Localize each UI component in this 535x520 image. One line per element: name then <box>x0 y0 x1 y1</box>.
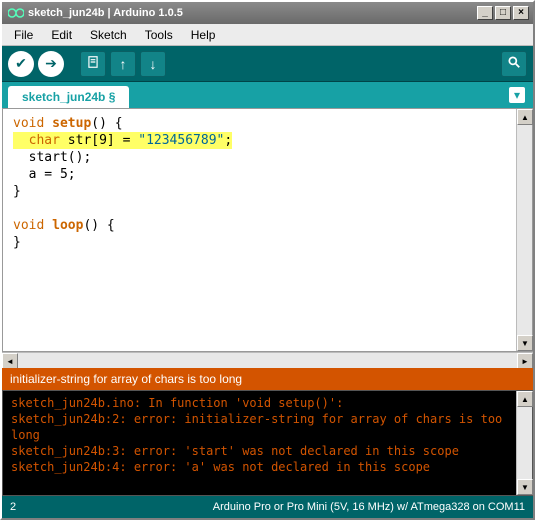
menu-file[interactable]: File <box>6 26 41 44</box>
error-summary: initializer-string for array of chars is… <box>10 372 242 386</box>
window-controls: _ □ × <box>477 6 529 20</box>
open-button[interactable]: ↑ <box>110 51 136 77</box>
keyword: char <box>29 133 60 148</box>
chevron-down-icon: ▾ <box>514 88 520 102</box>
menubar: File Edit Sketch Tools Help <box>2 24 533 46</box>
magnifier-icon <box>507 55 521 72</box>
menu-help[interactable]: Help <box>183 26 224 44</box>
menu-sketch[interactable]: Sketch <box>82 26 135 44</box>
minimize-button[interactable]: _ <box>477 6 493 20</box>
upload-button[interactable]: ➔ <box>38 51 64 77</box>
titlebar: sketch_jun24b | Arduino 1.0.5 _ □ × <box>2 2 533 24</box>
app-window: sketch_jun24b | Arduino 1.0.5 _ □ × File… <box>0 0 535 520</box>
menu-edit[interactable]: Edit <box>43 26 80 44</box>
toolbar: ✔ ➔ ↑ ↓ <box>2 46 533 82</box>
arrow-right-icon: ➔ <box>45 55 57 72</box>
console-vscrollbar[interactable]: ▲ ▼ <box>516 391 532 495</box>
highlighted-line: char str[9] = "123456789"; <box>13 132 232 149</box>
editor-vscrollbar[interactable]: ▲ ▼ <box>516 109 532 351</box>
arduino-logo-icon <box>8 5 24 21</box>
window-title: sketch_jun24b | Arduino 1.0.5 <box>28 7 477 19</box>
close-button[interactable]: × <box>513 6 529 20</box>
serial-monitor-button[interactable] <box>501 51 527 77</box>
scroll-track[interactable] <box>18 353 517 368</box>
scroll-right-icon[interactable]: ► <box>517 353 533 369</box>
check-icon: ✔ <box>15 55 27 72</box>
arrow-down-icon: ↓ <box>150 56 157 72</box>
keyword: void <box>13 218 44 233</box>
function-name: setup <box>52 116 91 131</box>
verify-button[interactable]: ✔ <box>8 51 34 77</box>
statusbar: 2 Arduino Pro or Pro Mini (5V, 16 MHz) w… <box>2 496 533 518</box>
tab-bar: sketch_jun24b § ▾ <box>2 82 533 108</box>
string-literal: "123456789" <box>138 133 224 148</box>
scroll-up-icon[interactable]: ▲ <box>517 109 533 125</box>
editor-area: void setup() { char str[9] = "123456789"… <box>2 108 533 352</box>
scroll-up-icon[interactable]: ▲ <box>517 391 533 407</box>
status-line-number: 2 <box>10 501 16 513</box>
new-button[interactable] <box>80 51 106 77</box>
error-bar: initializer-string for array of chars is… <box>2 368 533 390</box>
editor-hscrollbar[interactable]: ◄ ► <box>2 352 533 368</box>
tab-menu-button[interactable]: ▾ <box>509 87 525 103</box>
tab-sketch[interactable]: sketch_jun24b § <box>8 86 129 108</box>
scroll-down-icon[interactable]: ▼ <box>517 479 533 495</box>
console-output[interactable]: sketch_jun24b.ino: In function 'void set… <box>3 391 516 495</box>
file-icon <box>86 55 100 72</box>
code-editor[interactable]: void setup() { char str[9] = "123456789"… <box>3 109 516 351</box>
status-board-info: Arduino Pro or Pro Mini (5V, 16 MHz) w/ … <box>213 501 525 513</box>
function-name: loop <box>52 218 83 233</box>
scroll-left-icon[interactable]: ◄ <box>2 353 18 369</box>
arrow-up-icon: ↑ <box>120 56 127 72</box>
menu-tools[interactable]: Tools <box>137 26 181 44</box>
console-area: sketch_jun24b.ino: In function 'void set… <box>2 390 533 496</box>
maximize-button[interactable]: □ <box>495 6 511 20</box>
scroll-down-icon[interactable]: ▼ <box>517 335 533 351</box>
keyword: void <box>13 116 44 131</box>
save-button[interactable]: ↓ <box>140 51 166 77</box>
